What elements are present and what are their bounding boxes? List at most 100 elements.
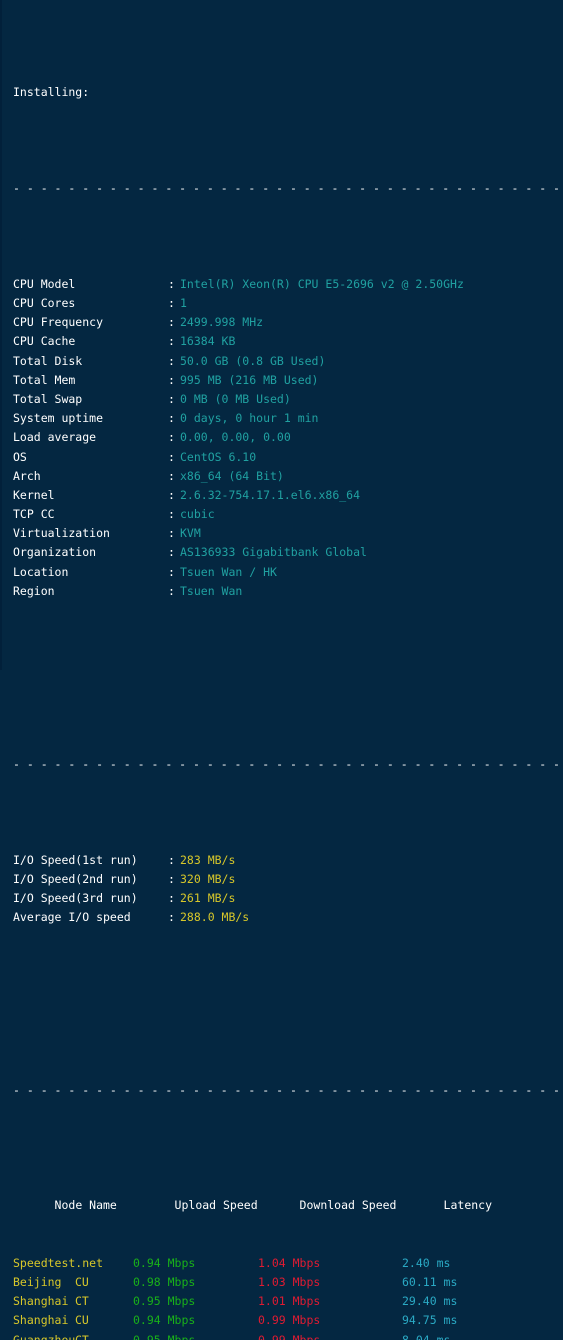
- latency-cell: 60.11 ms: [402, 1274, 458, 1289]
- download-speed-cell: 1.01 Mbps: [258, 1294, 321, 1309]
- table-row: GuangzhouCT 0.95 Mbps 0.99 Mbps 8.04 ms: [13, 1331, 563, 1340]
- field-colon: :: [168, 545, 175, 560]
- io-label: Average I/O speed: [13, 910, 131, 925]
- table-row: Beijing CU 0.98 Mbps 1.03 Mbps 60.11 ms: [13, 1273, 563, 1292]
- download-speed-cell: 1.04 Mbps: [258, 1255, 321, 1270]
- io-value: 288.0 MB/s: [180, 910, 250, 925]
- info-label: Load average: [13, 430, 97, 445]
- terminal-screen[interactable]: Installing: - - - - - - - - - - - - - - …: [0, 0, 563, 1340]
- field-colon: :: [168, 411, 175, 426]
- system-info-row: Arch: x86_64 (64 Bit): [13, 467, 563, 486]
- field-colon: :: [168, 372, 175, 387]
- field-colon: :: [168, 430, 175, 445]
- info-value: x86_64 (64 Bit): [180, 468, 284, 483]
- field-colon: :: [168, 487, 175, 502]
- latency-cell: 94.75 ms: [402, 1313, 458, 1328]
- header-upload-speed: Upload Speed: [174, 1198, 258, 1213]
- separator-top: - - - - - - - - - - - - - - - - - - - - …: [13, 180, 560, 195]
- io-speed-row: I/O Speed(3rd run):261 MB/s: [13, 889, 563, 908]
- info-label: Kernel: [13, 487, 55, 502]
- field-colon: :: [168, 910, 175, 925]
- latency-cell: 8.04 ms: [402, 1332, 451, 1340]
- node-isp-cell: CT: [75, 1332, 89, 1340]
- terminal-window[interactable]: Installing: - - - - - - - - - - - - - - …: [0, 0, 563, 1340]
- upload-speed-cell: 0.98 Mbps: [133, 1274, 196, 1289]
- info-label: Total Swap: [13, 391, 83, 406]
- system-info-row: Region: Tsuen Wan: [13, 582, 563, 601]
- io-value: 261 MB/s: [180, 890, 236, 905]
- info-value: 995 MB (216 MB Used): [180, 372, 319, 387]
- info-value: KVM: [180, 526, 201, 541]
- table-row: Shanghai CT 0.95 Mbps 1.01 Mbps 29.40 ms: [13, 1292, 563, 1311]
- info-label: System uptime: [13, 411, 104, 426]
- info-value: Intel(R) Xeon(R) CPU E5-2696 v2 @ 2.50GH…: [180, 276, 464, 291]
- info-value: cubic: [180, 507, 215, 522]
- system-info-row: Load average:0.00, 0.00, 0.00: [13, 428, 563, 447]
- info-label: CPU Frequency: [13, 315, 104, 330]
- info-label: CPU Cache: [13, 334, 76, 349]
- info-label: Organization: [13, 545, 97, 560]
- info-label: TCP CC: [13, 507, 55, 522]
- io-label: I/O Speed(3rd run): [13, 890, 138, 905]
- info-label: Total Mem: [13, 372, 76, 387]
- info-value: Tsuen Wan: [180, 583, 243, 598]
- io-speed-row: I/O Speed(1st run):283 MB/s: [13, 851, 563, 870]
- system-info-row: Organization: AS136933 Gigabitbank Global: [13, 543, 563, 562]
- upload-speed-cell: 0.94 Mbps: [133, 1313, 196, 1328]
- upload-speed-cell: 0.94 Mbps: [133, 1255, 196, 1270]
- system-info-row: CPU Frequency:2499.998 MHz: [13, 313, 563, 332]
- field-colon: :: [168, 583, 175, 598]
- field-colon: :: [168, 468, 175, 483]
- system-info-row: TCP CC: cubic: [13, 505, 563, 524]
- system-info-row: CPU Cache:16384 KB: [13, 332, 563, 351]
- field-colon: :: [168, 391, 175, 406]
- info-value: 0 MB (0 MB Used): [180, 391, 291, 406]
- info-value: Tsuen Wan / HK: [180, 564, 277, 579]
- system-info-row: Total Mem:995 MB (216 MB Used): [13, 371, 563, 390]
- node-name-cell: Shanghai: [13, 1294, 69, 1309]
- speedtest-rows: Speedtest.net 0.94 Mbps 1.04 Mbps 2.40 ms Be…: [13, 1254, 563, 1340]
- node-isp-cell: CU: [75, 1313, 89, 1328]
- field-colon: :: [168, 276, 175, 291]
- info-label: Region: [13, 583, 55, 598]
- node-name-cell: Shanghai: [13, 1313, 69, 1328]
- system-info-row: OS: CentOS 6.10: [13, 448, 563, 467]
- download-speed-cell: 1.03 Mbps: [258, 1274, 321, 1289]
- field-colon: :: [168, 353, 175, 368]
- separator-speedtest: - - - - - - - - - - - - - - - - - - - - …: [13, 1082, 560, 1097]
- node-name-cell: Beijing: [13, 1274, 62, 1289]
- header-latency: Latency: [443, 1198, 493, 1213]
- system-info-row: System uptime:0 days, 0 hour 1 min: [13, 409, 563, 428]
- field-colon: :: [168, 296, 175, 310]
- field-colon: :: [168, 315, 175, 330]
- installing-header: Installing:: [13, 84, 90, 99]
- info-label: CPU Model: [13, 276, 76, 291]
- table-row: Shanghai CU 0.94 Mbps 0.99 Mbps 94.75 ms: [13, 1311, 563, 1330]
- node-isp-cell: CU: [75, 1274, 89, 1289]
- field-colon: :: [168, 564, 175, 579]
- system-info-row: Total Disk:50.0 GB (0.8 GB Used): [13, 352, 563, 371]
- info-value: 50.0 GB (0.8 GB Used): [180, 353, 326, 368]
- system-info-block: CPU Model: Intel(R) Xeon(R) CPU E5-2696 v…: [13, 275, 563, 601]
- field-colon: :: [168, 852, 175, 867]
- info-value: 1: [180, 296, 187, 310]
- header-node-name: Node Name: [54, 1198, 117, 1213]
- info-value: 0 days, 0 hour 1 min: [180, 411, 319, 426]
- download-speed-cell: 0.99 Mbps: [258, 1332, 321, 1340]
- info-label: Location: [13, 564, 69, 579]
- io-speed-block: I/O Speed(1st run):283 MB/s I/O Speed(2nd…: [13, 851, 563, 928]
- node-name-cell: Speedtest.net: [13, 1255, 104, 1270]
- io-speed-row: Average I/O speed:288.0 MB/s: [13, 908, 563, 927]
- system-info-row: CPU Cores:1: [13, 294, 563, 313]
- field-colon: :: [168, 449, 175, 464]
- io-value: 283 MB/s: [180, 852, 236, 867]
- info-value: AS136933 Gigabitbank Global: [180, 545, 367, 560]
- info-value: 2499.998 MHz: [180, 315, 264, 330]
- io-speed-row: I/O Speed(2nd run):320 MB/s: [13, 870, 563, 889]
- info-value: 0.00, 0.00, 0.00: [180, 430, 291, 445]
- table-row: Speedtest.net 0.94 Mbps 1.04 Mbps 2.40 ms: [13, 1254, 563, 1273]
- latency-cell: 2.40 ms: [402, 1255, 451, 1270]
- info-label: Arch: [13, 468, 41, 483]
